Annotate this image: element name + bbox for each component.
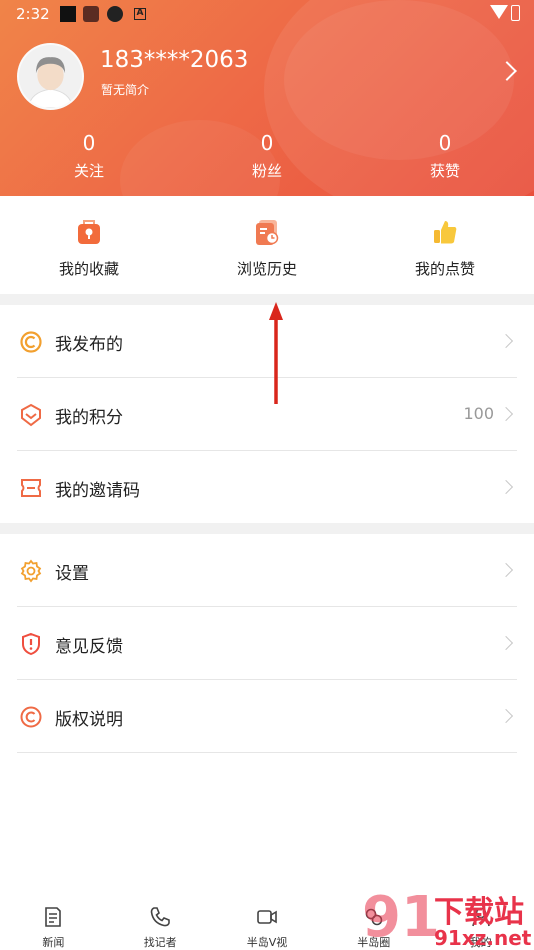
menu-item-feedback[interactable]: 意见反馈 — [17, 607, 517, 680]
status-bar: 2:32 A — [0, 0, 534, 28]
wifi-icon — [490, 5, 508, 19]
status-time: 2:32 — [16, 5, 50, 23]
chevron-right-icon — [498, 708, 514, 724]
stat-value: 0 — [260, 131, 274, 155]
quick-action-label: 浏览历史 — [236, 260, 297, 278]
bookmark-icon — [78, 220, 100, 244]
menu-item-label: 意见反馈 — [55, 637, 123, 657]
profile-header: 2:32 A 183****2063 暂无简介 0 关注 0 粉丝 0 获赞 — [0, 0, 534, 196]
quick-actions: 我的收藏 浏览历史 我的点赞 — [0, 196, 534, 294]
site-watermark-logo: 91 下载站 91xz.net — [362, 885, 532, 950]
chevron-right-icon — [498, 562, 514, 578]
battery-icon — [511, 5, 520, 21]
menu-group-system: 设置 意见反馈 版权说明 — [0, 534, 534, 753]
publish-icon — [20, 331, 42, 353]
sync-icon — [107, 6, 123, 22]
tab-find-reporter[interactable]: 找记者 — [107, 898, 214, 950]
chevron-right-icon — [498, 406, 514, 422]
quick-action-label: 我的收藏 — [58, 260, 119, 278]
video-icon — [257, 910, 277, 924]
menu-item-invite-code[interactable]: 我的邀请码 — [17, 451, 517, 524]
stat-value: 0 — [82, 131, 96, 155]
tab-video[interactable]: 半岛V视 — [214, 898, 321, 950]
menu-item-label: 版权说明 — [55, 710, 123, 730]
stat-label: 粉丝 — [251, 162, 282, 180]
tab-label: 新闻 — [42, 936, 65, 949]
my-favorites-button[interactable]: 我的收藏 — [0, 196, 178, 294]
stat-following[interactable]: 0 关注 — [0, 128, 178, 188]
stat-label: 关注 — [73, 162, 104, 180]
watermark-text-bottom: 91xz.net — [434, 926, 532, 950]
user-bio: 暂无简介 — [101, 83, 150, 97]
stat-fans[interactable]: 0 粉丝 — [178, 128, 356, 188]
watermark-text-top: 下载站 — [434, 895, 524, 930]
feedback-shield-icon — [22, 632, 40, 656]
menu-item-label: 我的邀请码 — [55, 481, 140, 501]
app-notification-icon — [83, 6, 99, 22]
menu-item-label: 我发布的 — [55, 335, 123, 355]
points-value: 100 — [463, 404, 494, 423]
stat-likes[interactable]: 0 获赞 — [356, 128, 534, 188]
ticket-icon — [21, 479, 41, 497]
quick-action-label: 我的点赞 — [414, 260, 475, 278]
stat-value: 0 — [438, 131, 452, 155]
section-divider — [0, 523, 534, 534]
menu-item-copyright[interactable]: 版权说明 — [17, 680, 517, 753]
notification-icon — [60, 6, 76, 22]
gear-icon — [20, 559, 42, 583]
tab-label: 找记者 — [143, 936, 177, 949]
annotation-arrow-icon — [269, 302, 283, 404]
history-icon — [256, 220, 279, 245]
browse-history-button[interactable]: 浏览历史 — [178, 196, 356, 294]
chevron-right-icon — [498, 635, 514, 651]
news-icon — [45, 907, 62, 927]
stat-label: 获赞 — [429, 162, 460, 180]
copyright-icon — [20, 706, 42, 728]
avatar[interactable] — [17, 43, 84, 110]
menu-item-label: 设置 — [55, 564, 89, 584]
watermark-mark: 91 — [362, 885, 440, 950]
chevron-right-icon — [498, 479, 514, 495]
default-avatar-icon — [19, 45, 82, 108]
my-likes-button[interactable]: 我的点赞 — [356, 196, 534, 294]
thumbs-up-icon — [434, 221, 457, 244]
tab-label: 半岛V视 — [246, 936, 288, 949]
points-icon — [21, 403, 41, 427]
tab-news[interactable]: 新闻 — [0, 898, 107, 950]
menu-item-label: 我的积分 — [55, 408, 123, 428]
a-notification-icon: A — [134, 8, 146, 20]
username[interactable]: 183****2063 — [100, 47, 248, 73]
chevron-right-icon — [498, 333, 514, 349]
phone-icon — [150, 907, 170, 927]
menu-item-settings[interactable]: 设置 — [17, 534, 517, 607]
stats-bar: 0 关注 0 粉丝 0 获赞 — [0, 128, 534, 188]
